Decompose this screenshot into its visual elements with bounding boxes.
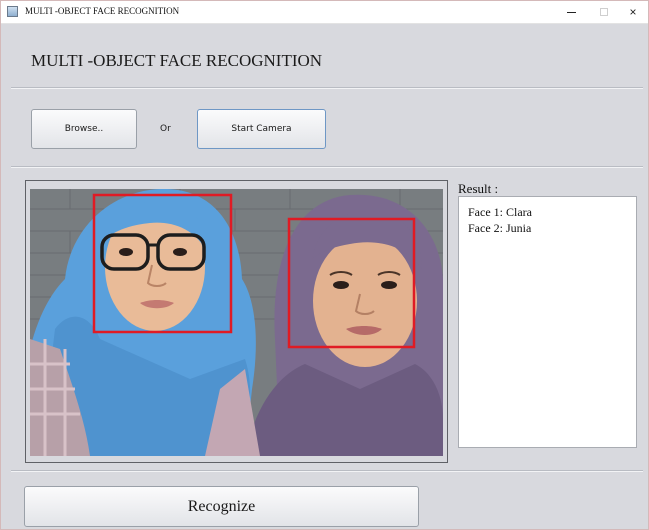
image-panel [25, 180, 448, 463]
close-button[interactable]: × [618, 1, 648, 23]
app-window: MULTI -OBJECT FACE RECOGNITION × MULTI -… [0, 0, 649, 530]
photo-illustration [30, 189, 443, 456]
divider-bottom [11, 470, 643, 472]
close-icon: × [629, 5, 637, 19]
divider-top [11, 87, 643, 89]
recognize-button[interactable]: Recognize [24, 486, 419, 527]
title-bar: MULTI -OBJECT FACE RECOGNITION × [1, 1, 648, 24]
minimize-icon [566, 11, 576, 13]
minimize-button[interactable] [553, 1, 589, 23]
face-photo [30, 189, 443, 456]
window-title: MULTI -OBJECT FACE RECOGNITION [25, 6, 180, 16]
result-line-2: Face 2: Junia [468, 221, 532, 235]
result-textarea[interactable]: Face 1: Clara Face 2: Junia [458, 196, 637, 448]
or-label: Or [160, 124, 171, 134]
result-line-1: Face 1: Clara [468, 205, 532, 219]
start-camera-button[interactable]: Start Camera [197, 109, 326, 149]
result-label: Result : [458, 181, 499, 196]
maximize-icon [600, 8, 608, 16]
divider-middle [11, 166, 643, 168]
page-heading: MULTI -OBJECT FACE RECOGNITION [31, 51, 323, 70]
app-icon [7, 6, 18, 17]
browse-button[interactable]: Browse.. [31, 109, 137, 149]
maximize-button[interactable] [586, 1, 622, 23]
